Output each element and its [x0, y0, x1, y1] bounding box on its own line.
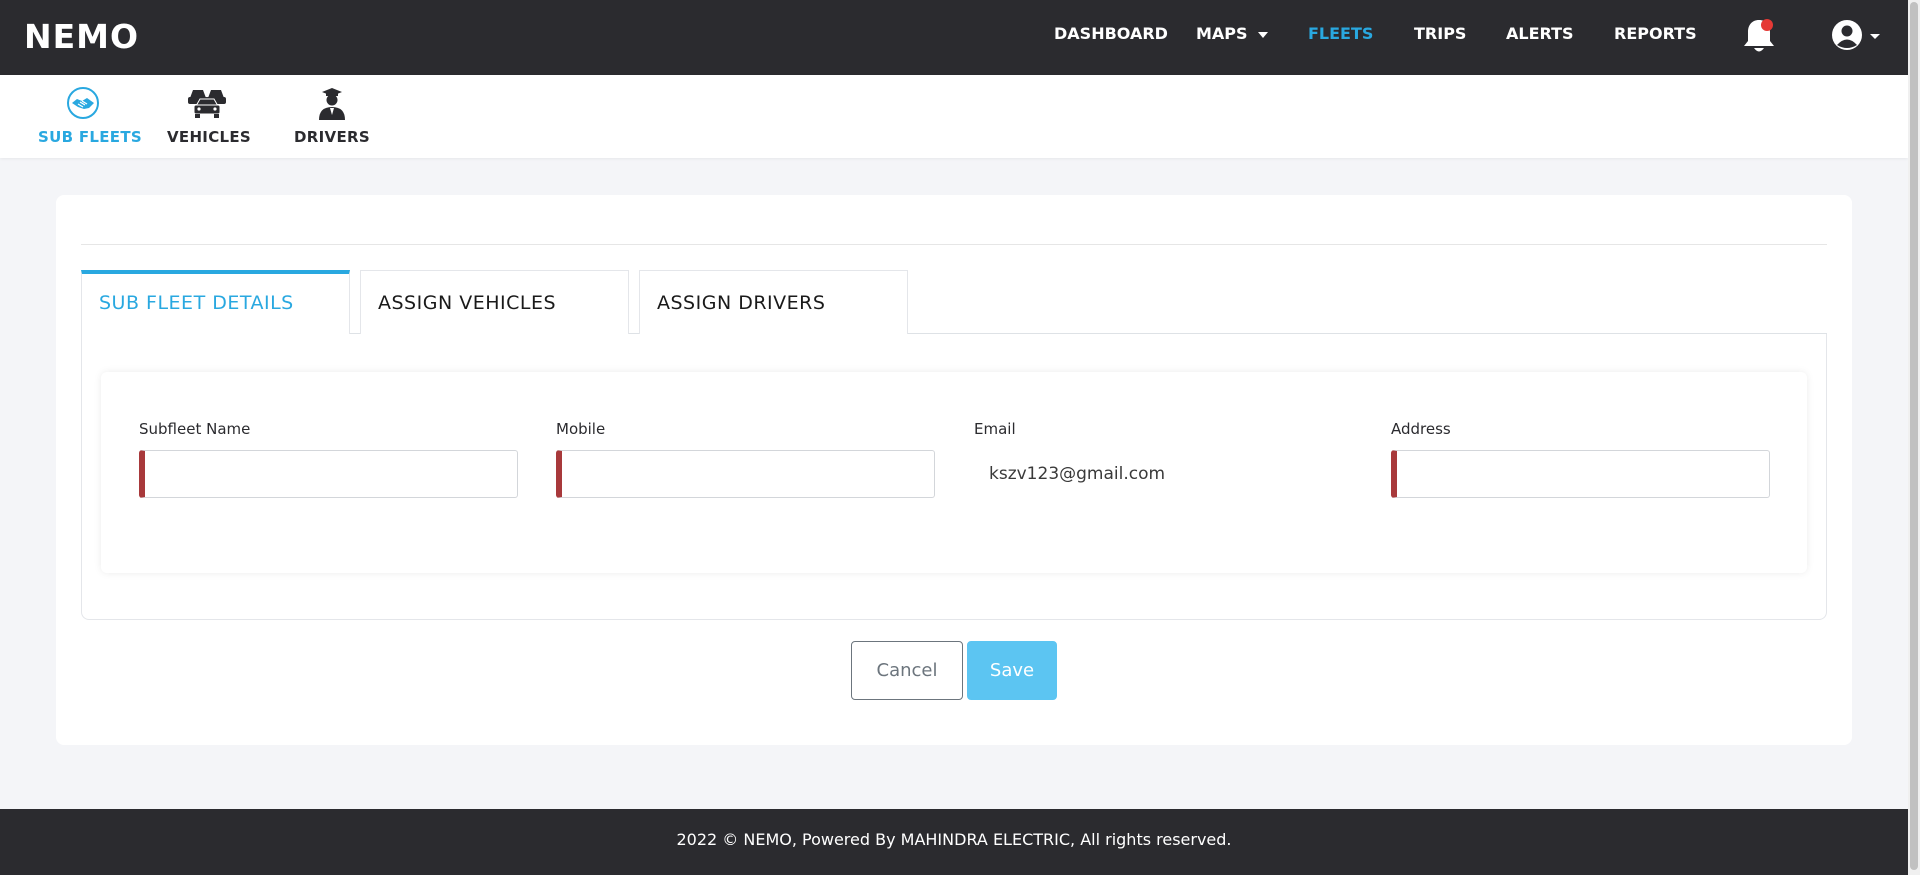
- tab-sub-fleet-details[interactable]: SUB FLEET DETAILS: [81, 270, 350, 334]
- tab-panel: Subfleet Name Mobile Email Address: [81, 334, 1827, 620]
- subnav-sub-fleets[interactable]: SUB FLEETS: [38, 83, 142, 146]
- tab-assign-vehicles[interactable]: ASSIGN VEHICLES: [360, 270, 629, 334]
- cars-icon: [167, 83, 247, 123]
- address-input[interactable]: [1391, 450, 1770, 498]
- subfleet-name-input[interactable]: [139, 450, 518, 498]
- form-section: Subfleet Name Mobile Email Address: [101, 372, 1807, 573]
- address-label: Address: [1391, 420, 1451, 438]
- subnav-drivers[interactable]: DRIVERS: [292, 83, 372, 146]
- user-menu[interactable]: [1830, 18, 1890, 54]
- subnav-sub-fleets-label: SUB FLEETS: [38, 128, 142, 146]
- tab-assign-drivers[interactable]: ASSIGN DRIVERS: [639, 270, 908, 334]
- top-navbar: NEMO DASHBOARD MAPS FLEETS TRIPS ALERTS …: [0, 0, 1908, 75]
- subnav-drivers-label: DRIVERS: [294, 128, 370, 146]
- nav-fleets[interactable]: FLEETS: [1308, 24, 1373, 44]
- page-scrollbar[interactable]: [1908, 0, 1920, 875]
- mobile-input[interactable]: [556, 450, 935, 498]
- driver-icon: [292, 83, 372, 123]
- nav-reports[interactable]: REPORTS: [1614, 24, 1697, 44]
- nav-alerts[interactable]: ALERTS: [1506, 24, 1574, 44]
- subfleet-card: SUB FLEET DETAILS ASSIGN VEHICLES ASSIGN…: [56, 195, 1852, 745]
- scrollbar-thumb[interactable]: [1910, 2, 1918, 870]
- subnav-vehicles[interactable]: VEHICLES: [167, 83, 252, 146]
- handshake-icon: [38, 83, 128, 123]
- chevron-down-icon: [1257, 31, 1268, 38]
- cancel-button[interactable]: Cancel: [851, 641, 963, 700]
- nemo-logo[interactable]: NEMO: [24, 20, 139, 54]
- mobile-label: Mobile: [556, 420, 606, 438]
- subnav-vehicles-label: VEHICLES: [167, 128, 252, 146]
- nav-maps-label: MAPS: [1196, 24, 1248, 43]
- email-label: Email: [974, 420, 1016, 438]
- footer-copyright: 2022 © NEMO, Powered By MAHINDRA ELECTRI…: [676, 830, 1232, 849]
- subfleet-name-label: Subfleet Name: [139, 420, 251, 438]
- nav-maps[interactable]: MAPS: [1196, 24, 1268, 44]
- email-input[interactable]: [974, 450, 1353, 498]
- nav-dashboard[interactable]: DASHBOARD: [1054, 24, 1168, 44]
- bell-icon[interactable]: [1742, 16, 1776, 56]
- sub-navbar: SUB FLEETS VEHICLES DRIVERS: [0, 75, 1908, 158]
- nav-trips[interactable]: TRIPS: [1414, 24, 1466, 44]
- divider: [81, 244, 1827, 245]
- tab-bar: SUB FLEET DETAILS ASSIGN VEHICLES ASSIGN…: [81, 270, 1827, 334]
- footer: 2022 © NEMO, Powered By MAHINDRA ELECTRI…: [0, 809, 1908, 875]
- save-button[interactable]: Save: [967, 641, 1057, 700]
